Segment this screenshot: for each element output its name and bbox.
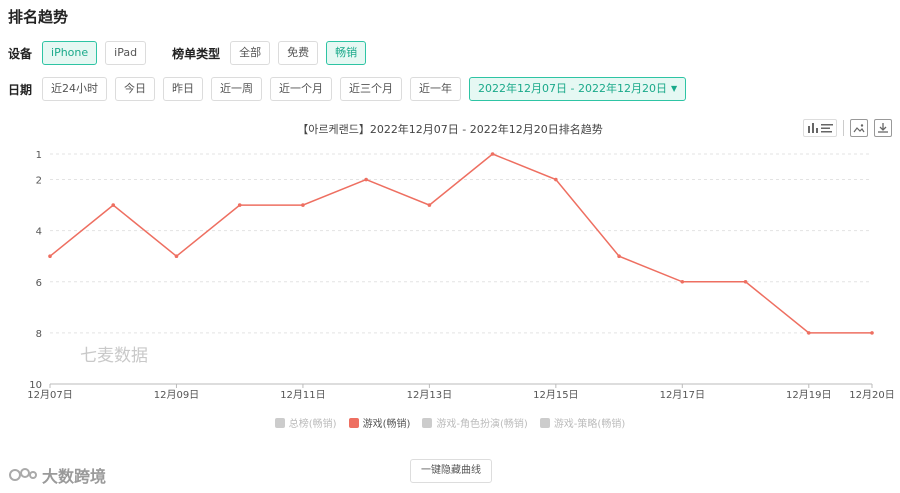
y-tick-label: 2 (36, 176, 42, 187)
grid-lines (50, 153, 872, 385)
series-line (49, 153, 872, 334)
legend-swatch (539, 417, 550, 428)
chart-legend: 总榜(畅销) 游戏(畅销) 游戏-角色扮演(畅销) 游戏-策略(畅销) (0, 415, 900, 430)
data-point (554, 177, 558, 182)
brand-watermark: 大数跨境 (8, 463, 106, 487)
data-point (174, 254, 179, 259)
data-point (806, 331, 811, 335)
legend-swatch (422, 417, 433, 428)
data-point (490, 152, 495, 156)
data-point (743, 279, 748, 284)
data-point (48, 254, 52, 259)
legend-item-games-strategy[interactable]: 游戏-策略(畅销) (539, 415, 626, 430)
legend-swatch (348, 417, 359, 428)
x-tick-label: 12月11日 (280, 389, 325, 401)
brand-text: 大数跨境 (42, 467, 107, 486)
rank-trend-chart: 1246810 12月07日 12月09日 12月11日 12月13日 12月15日 12… (27, 150, 895, 401)
x-tick-label: 12月09日 (154, 389, 199, 401)
data-point (680, 279, 685, 284)
x-tick-label: 12月19日 (786, 389, 831, 401)
data-point (111, 203, 116, 207)
x-tick-label: 12月17日 (660, 389, 705, 401)
x-tick-label: 12月13日 (407, 389, 452, 401)
data-point (427, 203, 432, 207)
x-axis-ticks: 12月07日 12月09日 12月11日 12月13日 12月15日 12月17日 12月1… (27, 384, 895, 401)
y-tick-label: 1 (36, 150, 42, 161)
legend-label: 游戏(畅销) (362, 419, 411, 430)
x-tick-label: 12月15日 (533, 389, 578, 401)
y-tick-label: 8 (36, 329, 42, 340)
y-tick-label: 4 (36, 227, 42, 238)
legend-label: 总榜(畅销) (288, 419, 337, 430)
y-axis-ticks: 1246810 (29, 150, 42, 391)
data-point (870, 331, 874, 335)
data-point (301, 203, 305, 207)
x-tick-label: 12月20日 (849, 389, 894, 401)
legend-item-games[interactable]: 游戏(畅销) (348, 415, 411, 430)
x-tick-label: 12月07日 (27, 389, 72, 401)
brand-logo-icon (9, 468, 37, 481)
hide-all-curves-button[interactable]: 一键隐藏曲线 (410, 459, 492, 483)
legend-label: 游戏-策略(畅销) (553, 419, 626, 430)
legend-swatch (274, 417, 285, 428)
data-point (237, 203, 242, 207)
y-tick-label: 6 (36, 278, 42, 289)
chart-watermark: 七麦数据 (80, 346, 148, 366)
data-point (617, 254, 621, 259)
data-point (364, 177, 368, 182)
legend-label: 游戏-角色扮演(畅销) (436, 419, 528, 430)
legend-item-overall[interactable]: 总榜(畅销) (274, 415, 337, 430)
legend-item-games-rpg[interactable]: 游戏-角色扮演(畅销) (422, 415, 528, 430)
